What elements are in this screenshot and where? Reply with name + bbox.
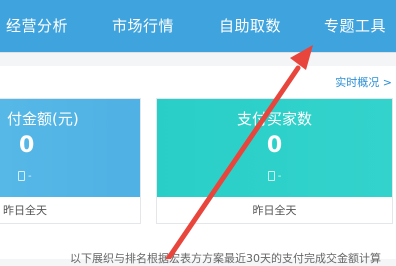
card-value: 0 xyxy=(19,133,35,158)
card-face: 付金额(元) 0 - xyxy=(0,99,140,197)
paying-buyers-card[interactable]: 支付买家数 0 - 昨日全天 xyxy=(156,98,393,224)
card-value: 0 xyxy=(266,133,283,158)
card-period: 昨日全天 xyxy=(252,204,297,217)
card-device-value: - xyxy=(277,171,282,182)
nav-item-self-service-data[interactable]: 自助取数 xyxy=(219,0,281,52)
mobile-icon xyxy=(18,171,25,181)
nav-item-market[interactable]: 市场行情 xyxy=(112,0,174,52)
nav-item-topic-tools[interactable]: 专题工具 xyxy=(324,0,386,52)
top-nav: 经营分析 市场行情 自助取数 专题工具 xyxy=(0,0,396,52)
card-device-value: - xyxy=(28,171,32,182)
ranking-note: 以下展织与排名根据宏表方方案最近30天的支付完成交金额计算 xyxy=(70,252,381,265)
realtime-overview-link[interactable]: 实时概况 > xyxy=(335,74,392,90)
card-period: 昨日全天 xyxy=(3,204,47,217)
card-title: 付金额(元) xyxy=(7,110,79,128)
card-title: 支付买家数 xyxy=(236,110,312,128)
card-face: 支付买家数 0 - xyxy=(157,99,392,197)
mobile-icon xyxy=(267,171,275,181)
card-device-row: - xyxy=(18,171,32,182)
nav-item-business-analysis[interactable]: 经营分析 xyxy=(6,0,68,52)
card-device-row: - xyxy=(157,171,392,182)
payment-amount-card[interactable]: 付金额(元) 0 - 昨日全天 xyxy=(0,98,141,224)
